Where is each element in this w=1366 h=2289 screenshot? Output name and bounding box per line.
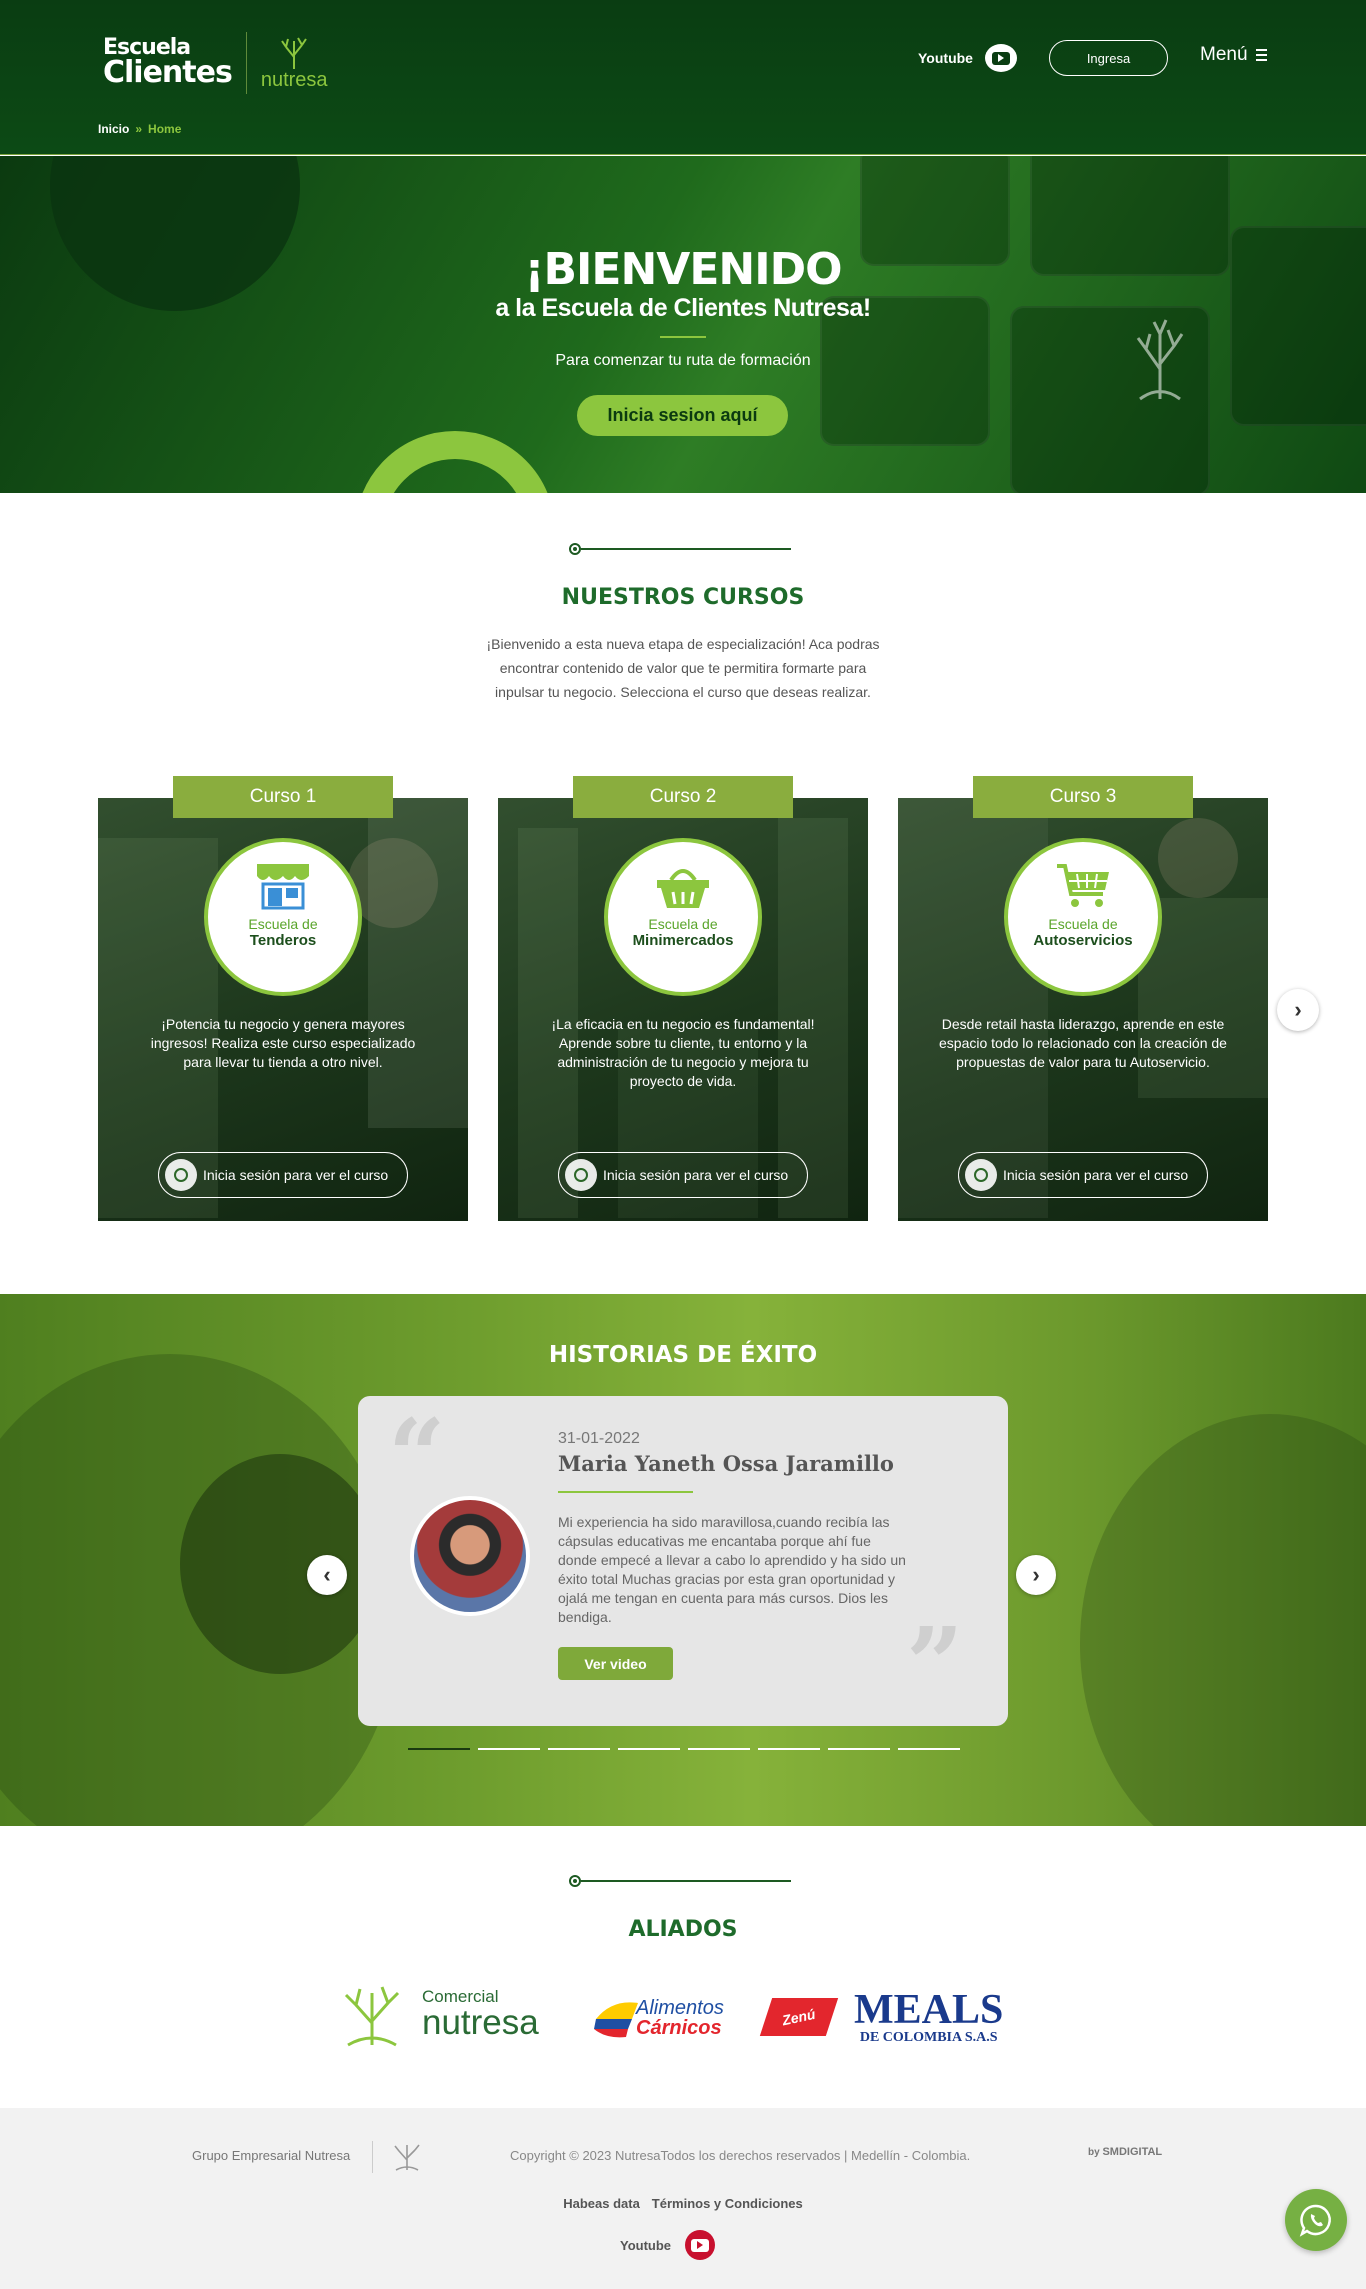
- course-login-button[interactable]: Inicia sesión para ver el curso: [558, 1152, 808, 1198]
- course-badge: Escuela de Tenderos: [204, 838, 362, 996]
- logo-alimentos-carnicos: Alimentos Cárnicos: [592, 1997, 737, 2041]
- login-button[interactable]: Ingresa: [1049, 40, 1168, 76]
- pagination-dot[interactable]: [898, 1748, 960, 1750]
- course-card-1[interactable]: Curso 1 Escuela de Tenderos ¡Potencia tu…: [98, 776, 468, 1221]
- course-description: Desde retail hasta liderazgo, aprende en…: [939, 1016, 1227, 1070]
- hero-keyboard-image: [820, 156, 1366, 493]
- course-card-3[interactable]: Curso 3 Escuela de Autoservicios Desde r…: [898, 776, 1268, 1221]
- user-icon: [165, 1159, 197, 1191]
- whatsapp-icon: [1299, 2204, 1331, 2237]
- whatsapp-button[interactable]: [1285, 2189, 1347, 2251]
- nutresa-tree-icon: [394, 2144, 420, 2171]
- courses-title: NUESTROS CURSOS: [561, 585, 805, 610]
- logo-meals: MEALS DE COLOMBIA S.A.S: [854, 1987, 1004, 2045]
- logo-zenu: Zenú: [759, 1998, 839, 2036]
- story-divider: [558, 1491, 693, 1493]
- logo-comercial-nutresa: Comercial nutresa: [334, 1981, 539, 2047]
- course-card-body: Escuela de Tenderos ¡Potencia tu negocio…: [98, 798, 468, 1221]
- pagination-dot[interactable]: [548, 1748, 610, 1750]
- logo-nutresa: nutresa: [261, 35, 328, 92]
- quote-open-icon: “: [388, 1397, 446, 1515]
- hero-text: Para comenzar tu ruta de formación: [555, 352, 811, 369]
- courses-next-arrow[interactable]: ›: [1277, 989, 1319, 1031]
- hero-subtitle: a la Escuela de Clientes Nutresa!: [495, 294, 871, 322]
- courses-intro: ¡Bienvenido a esta nueva etapa de especi…: [486, 636, 880, 700]
- course-login-button[interactable]: Inicia sesión para ver el curso: [958, 1152, 1208, 1198]
- story-date: 31-01-2022: [558, 1430, 640, 1447]
- user-icon: [565, 1159, 597, 1191]
- pagination-dot[interactable]: [828, 1748, 890, 1750]
- hero-title: ¡BIENVENIDO: [524, 244, 842, 295]
- quote-close-icon: ”: [906, 1605, 964, 1723]
- breadcrumb-current: Home: [148, 122, 182, 136]
- course-description: ¡Potencia tu negocio y genera mayores in…: [150, 1016, 416, 1070]
- hero-divider: [660, 336, 706, 338]
- breadcrumb-separator: »: [135, 122, 143, 136]
- hero-login-button[interactable]: Inicia sesion aquí: [577, 395, 788, 436]
- tree-icon: [344, 1986, 400, 2047]
- pagination-dot[interactable]: [618, 1748, 680, 1750]
- footer-links: Habeas data Términos y Condiciones: [0, 2196, 1366, 2211]
- footer-youtube-link[interactable]: Youtube: [620, 2230, 716, 2260]
- hero-decor-ring: [355, 431, 555, 493]
- stories-title: HISTORIAS DE ÉXITO: [548, 1342, 818, 1368]
- course-tab: Curso 3: [973, 776, 1193, 818]
- hero-banner: ¡BIENVENIDO a la Escuela de Clientes Nut…: [0, 156, 1366, 493]
- site-footer: Grupo Empresarial Nutresa Copyright © 20…: [0, 2108, 1366, 2289]
- site-header: Escuela Clientes nutresa Youtube Ingresa…: [0, 0, 1366, 155]
- stories-next-arrow[interactable]: ›: [1016, 1555, 1056, 1595]
- course-card-body: Escuela de Minimercados ¡La eficacia en …: [498, 798, 868, 1221]
- footer-group-name: Grupo Empresarial Nutresa: [192, 2148, 351, 2163]
- success-stories-section: HISTORIAS DE ÉXITO ‹ “ ” 31-01-2022 Mari…: [0, 1294, 1366, 1826]
- course-description: ¡La eficacia en tu negocio es fundamenta…: [551, 1016, 815, 1089]
- agency-credit[interactable]: by SMDIGITAL: [1088, 2146, 1162, 2158]
- chevron-left-icon: ‹: [323, 1562, 331, 1587]
- avatar: [410, 1496, 530, 1616]
- course-badge: Escuela de Minimercados: [604, 838, 762, 996]
- course-badge: Escuela de Autoservicios: [1004, 838, 1162, 996]
- basket-icon: [657, 869, 709, 908]
- stories-pagination: [408, 1748, 960, 1750]
- store-icon: [257, 864, 309, 910]
- section-decor-line: [569, 1875, 791, 1887]
- allies-logos: Comercial nutresa Alimentos Cárnicos Zen…: [0, 1963, 1366, 2073]
- user-icon: [965, 1159, 997, 1191]
- course-card-2[interactable]: Curso 2 Escuela de Minimercados ¡La efic…: [498, 776, 868, 1221]
- story-card: “ ” 31-01-2022 Maria Yaneth Ossa Jaramil…: [358, 1396, 1008, 1726]
- cart-icon: [1057, 864, 1109, 907]
- menu-button[interactable]: Menú: [1200, 44, 1267, 66]
- course-tab: Curso 1: [173, 776, 393, 818]
- habeas-data-link[interactable]: Habeas data: [563, 2196, 640, 2211]
- terms-link[interactable]: Términos y Condiciones: [652, 2196, 803, 2211]
- course-card-body: Escuela de Autoservicios Desde retail ha…: [898, 798, 1268, 1221]
- hamburger-icon: [1255, 49, 1267, 61]
- chevron-right-icon: ›: [1032, 1562, 1040, 1587]
- breadcrumb-home[interactable]: Inicio: [98, 122, 129, 136]
- logo-divider: [245, 32, 247, 94]
- course-login-button[interactable]: Inicia sesión para ver el curso: [158, 1152, 408, 1198]
- pagination-dot[interactable]: [758, 1748, 820, 1750]
- story-text: Mi experiencia ha sido maravillosa,cuand…: [558, 1514, 906, 1625]
- chevron-right-icon: ›: [1294, 997, 1302, 1022]
- pagination-dot[interactable]: [478, 1748, 540, 1750]
- section-decor-line: [569, 543, 791, 555]
- course-tab: Curso 2: [573, 776, 793, 818]
- stories-prev-arrow[interactable]: ‹: [307, 1555, 347, 1595]
- allies-title: ALIADOS: [628, 1917, 738, 1942]
- story-name: Maria Yaneth Ossa Jaramillo: [558, 1451, 894, 1476]
- pagination-dot[interactable]: [688, 1748, 750, 1750]
- copyright: Copyright © 2023 NutresaTodos los derech…: [510, 2148, 971, 2163]
- watch-video-button[interactable]: Ver video: [558, 1647, 673, 1680]
- youtube-icon: [984, 44, 1017, 72]
- site-logo[interactable]: Escuela Clientes nutresa: [103, 28, 328, 98]
- tree-icon: [281, 37, 308, 69]
- pagination-dot[interactable]: [408, 1748, 470, 1750]
- youtube-icon: [685, 2230, 716, 2260]
- breadcrumb: Inicio » Home: [98, 122, 181, 136]
- logo-escuela-clientes: Escuela Clientes: [103, 35, 233, 91]
- footer-divider: [372, 2141, 373, 2173]
- youtube-link[interactable]: Youtube: [918, 44, 1017, 72]
